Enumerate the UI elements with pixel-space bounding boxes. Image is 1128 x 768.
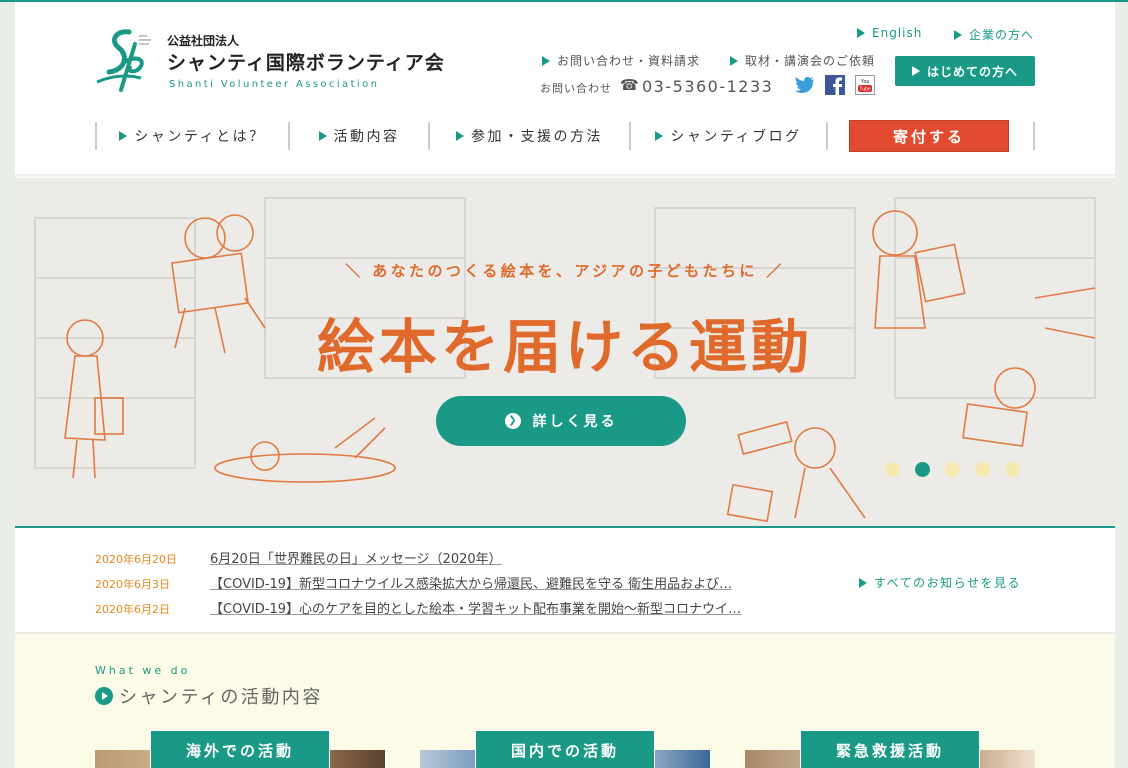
nav-item-label: 参加・支援の方法 xyxy=(471,129,603,145)
logo-subtitle: 公益社団法人 xyxy=(167,34,240,48)
hero-tagline: ＼ あなたのつくる絵本を、アジアの子どもたちに ／ xyxy=(345,262,785,280)
all-news-label: すべてのお知らせを見る xyxy=(874,576,1021,590)
news-title-link[interactable]: 【COVID-19】心のケアを目的とした絵本・学習キット配布事業を開始～新型コロ… xyxy=(210,598,741,617)
phone-number: 03-5360-1233 xyxy=(642,77,774,96)
slider-dot-3[interactable] xyxy=(945,462,960,477)
arrow-right-icon xyxy=(857,28,865,38)
slider-dot-5[interactable] xyxy=(1005,462,1020,477)
logo-english-name: Shanti Volunteer Association xyxy=(169,79,380,90)
arrow-right-icon xyxy=(655,131,664,141)
first-time-label: はじめての方へ xyxy=(926,64,1018,79)
phone-icon: ☎ xyxy=(620,76,639,94)
card-label-emergency[interactable]: 緊急救援活動 xyxy=(800,730,980,768)
news-title-link[interactable]: 6月20日「世界難民の日」メッセージ（2020年） xyxy=(210,548,502,567)
news-date: 2020年6月2日 xyxy=(95,603,170,616)
logo-icon[interactable] xyxy=(95,26,157,94)
arrow-right-icon xyxy=(859,578,867,588)
news-section: 2020年6月20日 6月20日「世界難民の日」メッセージ（2020年） 202… xyxy=(15,530,1115,632)
nav-item-support[interactable]: 参加・支援の方法 xyxy=(428,122,629,150)
news-date: 2020年6月3日 xyxy=(95,578,170,591)
slider-dot-2[interactable] xyxy=(915,462,930,477)
english-link-label: English xyxy=(872,26,923,40)
main-nav: シャンティとは？ 活動内容 参加・支援の方法 シャンティブログ 寄付する xyxy=(95,120,1035,152)
card-label-domestic[interactable]: 国内での活動 xyxy=(475,730,655,768)
first-time-button[interactable]: はじめての方へ xyxy=(895,56,1035,86)
play-circle-icon xyxy=(95,687,113,705)
nav-item-activities[interactable]: 活動内容 xyxy=(288,122,428,150)
arrow-right-icon xyxy=(730,56,738,66)
nav-item-label: シャンティとは？ xyxy=(134,129,266,145)
arrow-right-icon xyxy=(954,30,962,40)
hero-slider: ＼ あなたのつくる絵本を、アジアの子どもたちに ／ 絵本を届ける運動 ❯ 詳しく見… xyxy=(15,178,1115,528)
section-eyebrow: What we do xyxy=(95,664,191,677)
news-date: 2020年6月20日 xyxy=(95,553,177,566)
news-title-link[interactable]: 【COVID-19】新型コロナウイルス感染拡大から帰還民、避難民を守る 衛生用品… xyxy=(210,573,732,592)
interview-link-label: 取材・講演会のご依頼 xyxy=(745,54,876,68)
arrow-right-icon xyxy=(119,131,128,141)
arrow-right-icon xyxy=(911,66,920,76)
nav-item-blog[interactable]: シャンティブログ xyxy=(629,122,826,150)
what-we-do-section: What we do シャンティの活動内容 海外での活動 国内での活動 緊急救援… xyxy=(15,636,1115,768)
logo-title[interactable]: シャンティ国際ボランティア会 xyxy=(167,48,445,75)
interview-link[interactable]: 取材・講演会のご依頼 xyxy=(730,52,875,69)
companies-link[interactable]: 企業の方へ xyxy=(954,26,1034,43)
facebook-icon[interactable] xyxy=(825,75,845,95)
arrow-right-icon xyxy=(318,131,327,141)
hero-more-button[interactable]: ❯ 詳しく見る xyxy=(436,396,686,446)
page: 公益社団法人 シャンティ国際ボランティア会 Shanti Volunteer A… xyxy=(15,2,1115,768)
nav-item-label: 活動内容 xyxy=(333,129,400,145)
section-title: シャンティの活動内容 xyxy=(95,683,323,709)
arrow-right-icon xyxy=(456,131,464,141)
inquiry-link[interactable]: お問い合わせ・資料請求 xyxy=(542,52,700,69)
section-title-label: シャンティの活動内容 xyxy=(119,687,323,708)
nav-item-about[interactable]: シャンティとは？ xyxy=(95,122,288,150)
slider-dot-4[interactable] xyxy=(975,462,990,477)
card-label-overseas[interactable]: 海外での活動 xyxy=(150,730,330,768)
companies-link-label: 企業の方へ xyxy=(969,28,1035,42)
svg-text:Tube: Tube xyxy=(859,87,870,93)
inquiry-link-label: お問い合わせ・資料請求 xyxy=(557,54,701,68)
hero-headline: 絵本を届ける運動 xyxy=(316,313,813,381)
youtube-icon[interactable]: You Tube xyxy=(855,75,875,95)
all-news-link[interactable]: すべてのお知らせを見る xyxy=(859,574,1021,591)
donate-button[interactable]: 寄付する xyxy=(849,120,1009,152)
phone-label: お問い合わせ xyxy=(540,82,612,95)
twitter-icon[interactable] xyxy=(795,75,815,95)
hero-more-label: 詳しく見る xyxy=(532,414,618,430)
arrow-right-icon xyxy=(542,56,550,66)
english-link[interactable]: English xyxy=(857,26,922,40)
svg-text:You: You xyxy=(861,79,870,85)
nav-item-label: シャンティブログ xyxy=(670,129,802,145)
chevron-right-icon: ❯ xyxy=(504,413,521,429)
nav-divider xyxy=(1033,122,1035,150)
slider-dot-1[interactable] xyxy=(885,462,900,477)
